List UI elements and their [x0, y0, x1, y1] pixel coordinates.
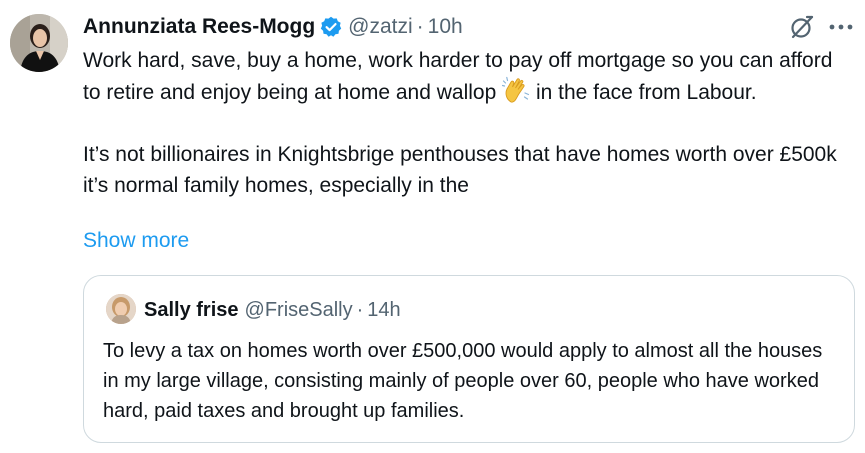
quote-timestamp[interactable]: 14h — [367, 299, 400, 322]
tweet-timestamp[interactable]: 10h — [428, 15, 463, 39]
clapping-hands-emoji-icon — [502, 76, 530, 104]
author-avatar[interactable] — [10, 14, 68, 72]
show-more-link[interactable]: Show more — [83, 225, 189, 256]
tweet-paragraph-2: It’s not billionaires in Knightsbrige pe… — [83, 143, 837, 197]
verified-badge-icon[interactable] — [320, 16, 342, 38]
tweet-text: Work hard, save, buy a home, work harder… — [83, 45, 853, 201]
quote-author-name[interactable]: Sally frise — [144, 299, 239, 322]
tweet-header: Annunziata Rees-Mogg @zatzi · 10h — [83, 12, 463, 42]
header-separator: · — [416, 15, 424, 38]
tweet-actions — [789, 14, 855, 40]
quote-author-avatar[interactable] — [106, 294, 136, 324]
tweet: Annunziata Rees-Mogg @zatzi · 10h Work h… — [0, 0, 865, 453]
author-name[interactable]: Annunziata Rees-Mogg — [83, 15, 315, 39]
more-options-icon[interactable] — [827, 14, 855, 40]
quote-text: To levy a tax on homes worth over £500,0… — [103, 340, 823, 422]
author-handle[interactable]: @zatzi — [348, 15, 413, 39]
quoted-tweet[interactable]: Sally frise @FriseSally · 14h To levy a … — [83, 275, 855, 443]
tweet-paragraph-1: Work hard, save, buy a home, work harder… — [83, 45, 853, 108]
grok-icon[interactable] — [789, 14, 815, 40]
quote-author-handle[interactable]: @FriseSally — [245, 299, 353, 322]
quote-header: Sally frise @FriseSally · 14h — [144, 296, 401, 324]
tweet-text-part-2: in the face from Labour. — [530, 81, 757, 104]
quote-header-separator: · — [356, 298, 364, 321]
